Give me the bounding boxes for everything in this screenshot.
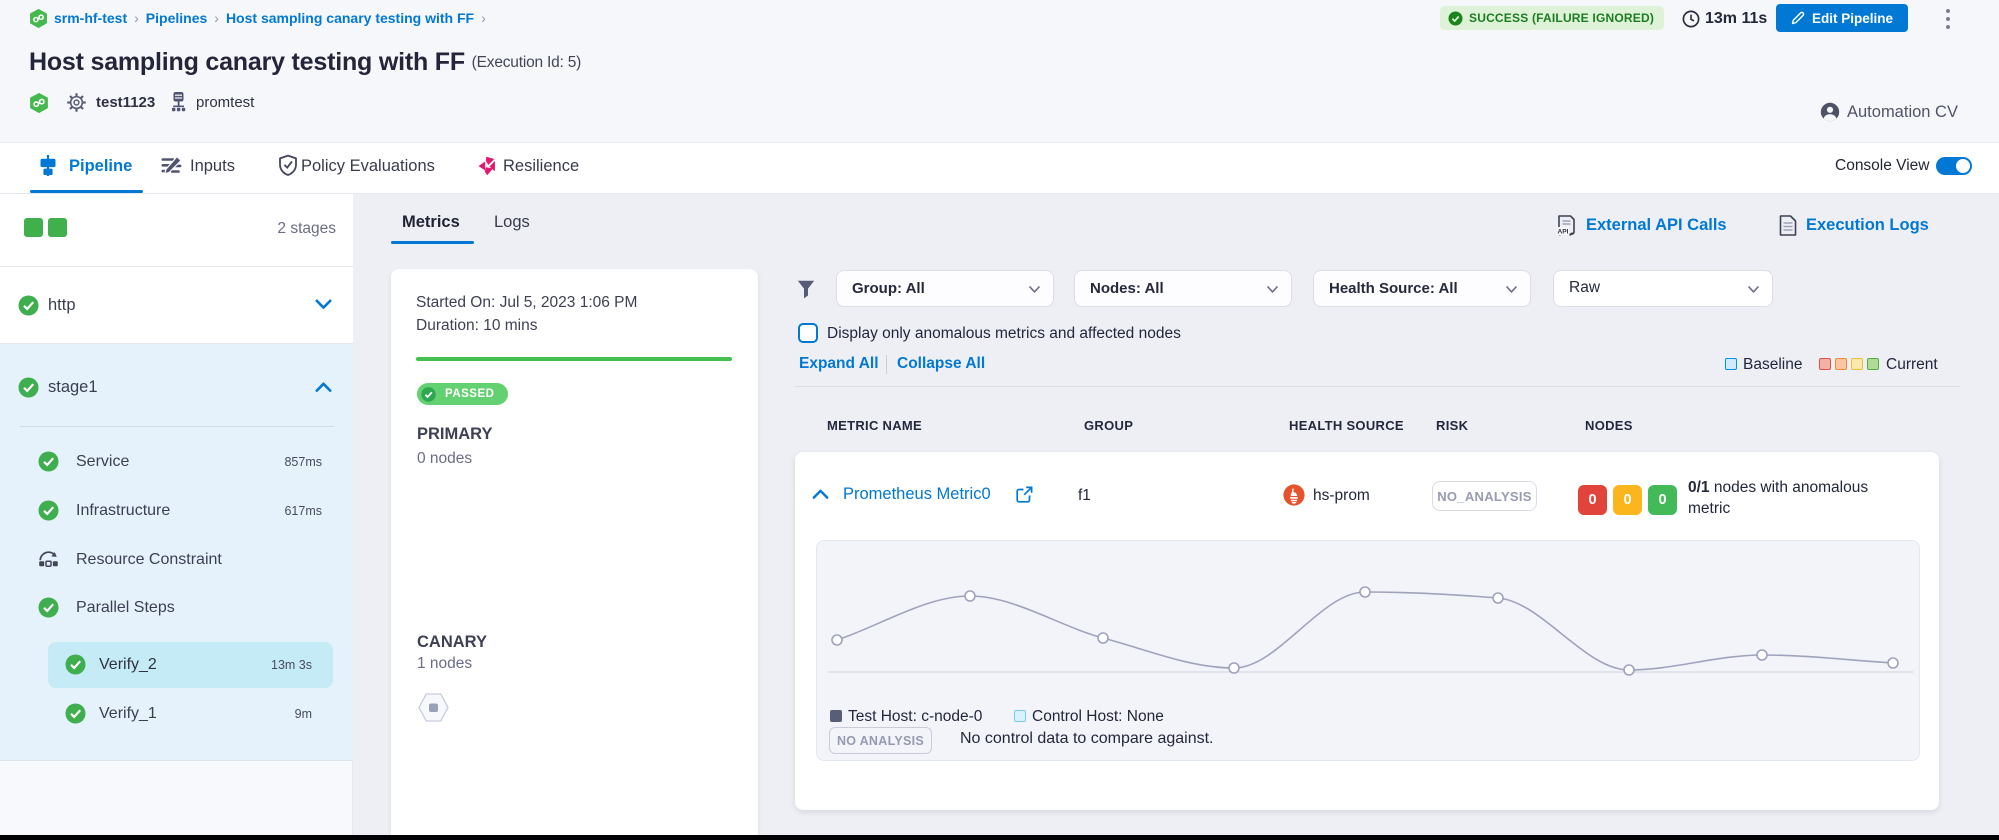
svg-text:API: API bbox=[1558, 229, 1569, 236]
